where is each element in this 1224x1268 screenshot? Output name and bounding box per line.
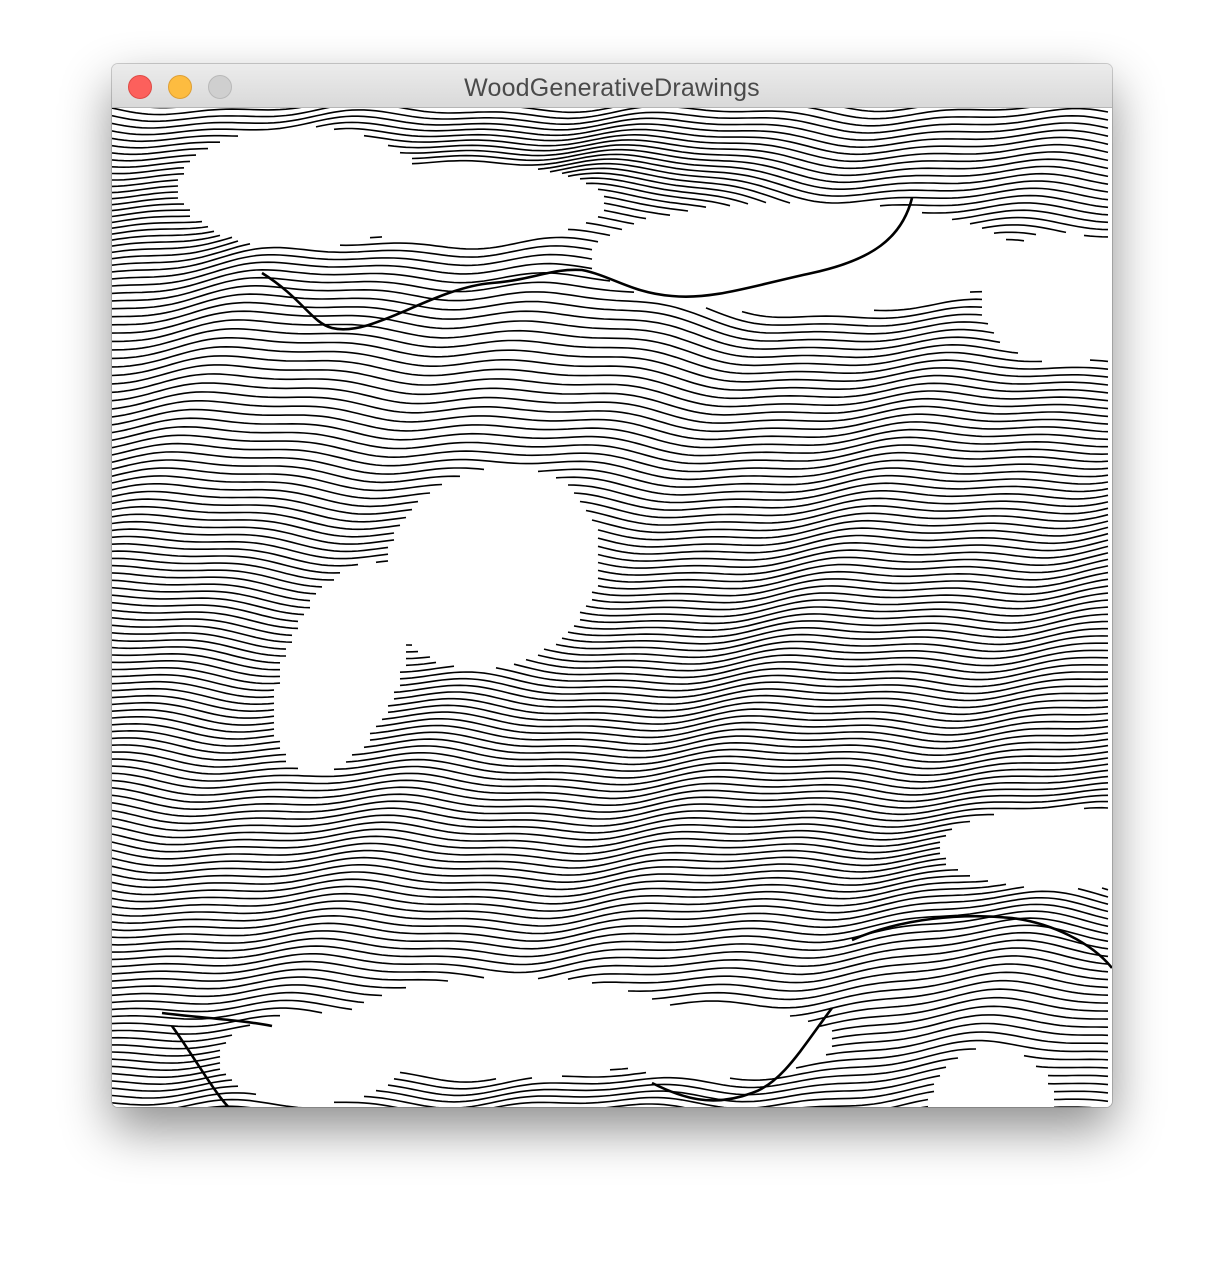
grain-line — [112, 373, 1109, 416]
grain-line — [112, 652, 1109, 679]
grain-line — [112, 782, 1109, 806]
wood-grain-drawing — [112, 108, 1112, 1107]
grain-line — [112, 931, 1109, 980]
grain-line — [112, 1014, 1109, 1050]
grain-line — [112, 639, 1108, 665]
title-bar[interactable]: WoodGenerativeDrawings — [112, 64, 1112, 108]
grain-line — [112, 834, 947, 855]
grain-line — [112, 788, 1109, 813]
window-title: WoodGenerativeDrawings — [464, 74, 760, 102]
grain-line — [112, 1066, 1109, 1103]
grain-line — [112, 646, 1109, 672]
grain-line — [112, 382, 1109, 424]
grain-line — [112, 820, 971, 841]
grain-line — [112, 216, 635, 247]
grain-line — [112, 955, 1109, 998]
grain-lines — [112, 108, 1108, 1107]
grain-line — [112, 311, 1108, 357]
grain-line — [112, 988, 1109, 1028]
grain-line — [112, 528, 1109, 562]
grain-line — [112, 763, 1109, 786]
grain-line — [112, 121, 1109, 149]
app-window: WoodGenerativeDrawings — [112, 64, 1112, 1107]
grain-line — [112, 846, 941, 869]
grain-line — [112, 284, 989, 335]
grain-line — [112, 513, 1109, 548]
grain-line — [112, 979, 1109, 1020]
grain-line — [112, 963, 1109, 1005]
grain-line — [112, 1022, 1109, 1057]
grain-line — [112, 505, 1109, 541]
drawing-canvas[interactable] — [112, 108, 1112, 1107]
grain-line — [112, 1031, 1109, 1064]
grain-line — [112, 391, 1109, 433]
grain-line — [112, 202, 1025, 242]
grain-line — [112, 751, 1109, 772]
grain-line — [112, 757, 1109, 779]
grain-line — [112, 188, 1109, 238]
grain-line — [112, 520, 1109, 555]
grain-line — [112, 971, 1109, 1013]
grain-edge — [261, 197, 914, 331]
grain-line — [112, 660, 1109, 685]
grain-line — [177, 1090, 1109, 1107]
grain-line — [112, 828, 953, 848]
grain-line — [112, 209, 647, 241]
grain-line — [112, 550, 1109, 583]
